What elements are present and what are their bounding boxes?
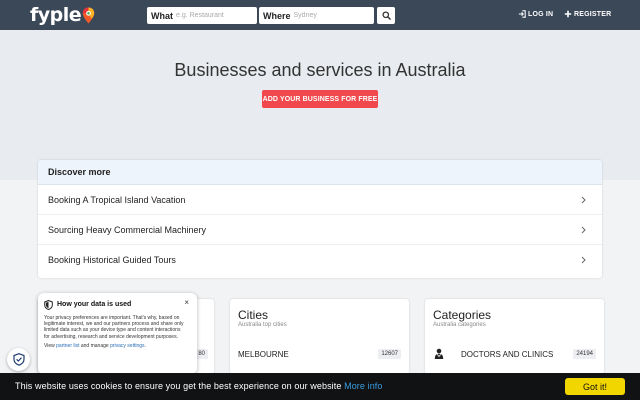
cities-card: Cities Australia top cities MELBOURNE 12… — [230, 299, 409, 374]
doctor-icon — [434, 348, 444, 359]
search-button[interactable] — [377, 7, 395, 24]
categories-title: Categories — [433, 308, 492, 322]
discover-item-label: Booking A Tropical Island Vacation — [48, 194, 186, 205]
discover-item[interactable]: Booking Historical Guided Tours — [38, 245, 602, 275]
privacy-settings-button[interactable] — [7, 348, 30, 371]
discover-item[interactable]: Sourcing Heavy Commercial Machinery — [38, 215, 602, 245]
category-link-doctors[interactable]: DOCTORS AND CLINICS — [461, 350, 553, 359]
cookie-message: This website uses cookies to ensure you … — [15, 381, 342, 391]
privacy-footer: View partner list and manage privacy set… — [44, 343, 192, 349]
partner-list-link[interactable]: partner list — [56, 343, 79, 349]
discover-more-panel: Discover more Booking A Tropical Island … — [38, 160, 602, 278]
chevron-right-icon — [581, 196, 586, 204]
cookie-consent-bar: This website uses cookies to ensure you … — [0, 373, 640, 400]
chevron-right-icon — [581, 226, 586, 234]
close-icon[interactable]: × — [184, 298, 189, 307]
cookie-message-line: This website uses cookies to ensure you … — [15, 381, 383, 391]
logo-text: fyple — [30, 4, 82, 26]
privacy-settings-link[interactable]: privacy settings — [110, 343, 144, 349]
chevron-right-icon — [581, 256, 586, 264]
privacy-title: How your data is used — [57, 301, 132, 308]
map-pin-logo-icon — [82, 7, 95, 23]
add-business-button[interactable]: ADD YOUR BUSINESS FOR FREE — [262, 90, 378, 108]
fyple-logo[interactable]: fyple — [30, 4, 95, 26]
login-icon — [518, 10, 526, 18]
cities-subtitle: Australia top cities — [238, 322, 287, 328]
top-navigation-bar: fyple What Where LOG IN REGISTER — [0, 0, 640, 30]
search-where-input[interactable] — [293, 12, 364, 19]
shield-check-icon — [12, 353, 25, 366]
register-link[interactable]: REGISTER — [564, 10, 611, 18]
login-label: LOG IN — [528, 10, 554, 18]
privacy-foot-prefix: View — [44, 342, 55, 349]
discover-item[interactable]: Booking A Tropical Island Vacation — [38, 185, 602, 215]
count-badge: 24194 — [573, 349, 596, 359]
count-badge: 80 — [195, 349, 208, 359]
search-where-label: Where — [263, 10, 291, 21]
more-info-link[interactable]: More info — [344, 381, 382, 391]
plus-icon — [564, 10, 572, 18]
categories-subtitle: Australia categories — [433, 322, 486, 328]
login-link[interactable]: LOG IN — [518, 10, 553, 18]
shield-icon — [44, 299, 53, 310]
count-badge: 12607 — [378, 349, 401, 359]
city-link-melbourne[interactable]: MELBOURNE — [238, 350, 289, 359]
privacy-popup: How your data is used × Your privacy pre… — [38, 293, 197, 374]
discover-item-label: Booking Historical Guided Tours — [48, 255, 176, 265]
privacy-foot-middle: and manage — [80, 342, 109, 349]
search-where-field[interactable]: Where — [259, 7, 374, 24]
categories-card: Categories Australia categories DOCTORS … — [425, 299, 604, 374]
accept-cookies-button[interactable]: Got it! — [565, 378, 625, 395]
discover-more-heading: Discover more — [38, 160, 602, 185]
search-what-input[interactable] — [176, 12, 246, 19]
search-icon — [381, 11, 391, 20]
search-what-field[interactable]: What — [147, 7, 257, 24]
privacy-text: Your privacy preferences are important. … — [44, 315, 184, 340]
search-what-label: What — [151, 10, 173, 21]
cities-title: Cities — [238, 308, 269, 322]
privacy-heading: How your data is used — [44, 299, 192, 310]
discover-item-label: Sourcing Heavy Commercial Machinery — [48, 224, 207, 235]
page-title: Businesses and services in Australia — [174, 60, 466, 80]
register-label: REGISTER — [574, 10, 612, 18]
privacy-foot-suffix: . — [144, 342, 146, 349]
